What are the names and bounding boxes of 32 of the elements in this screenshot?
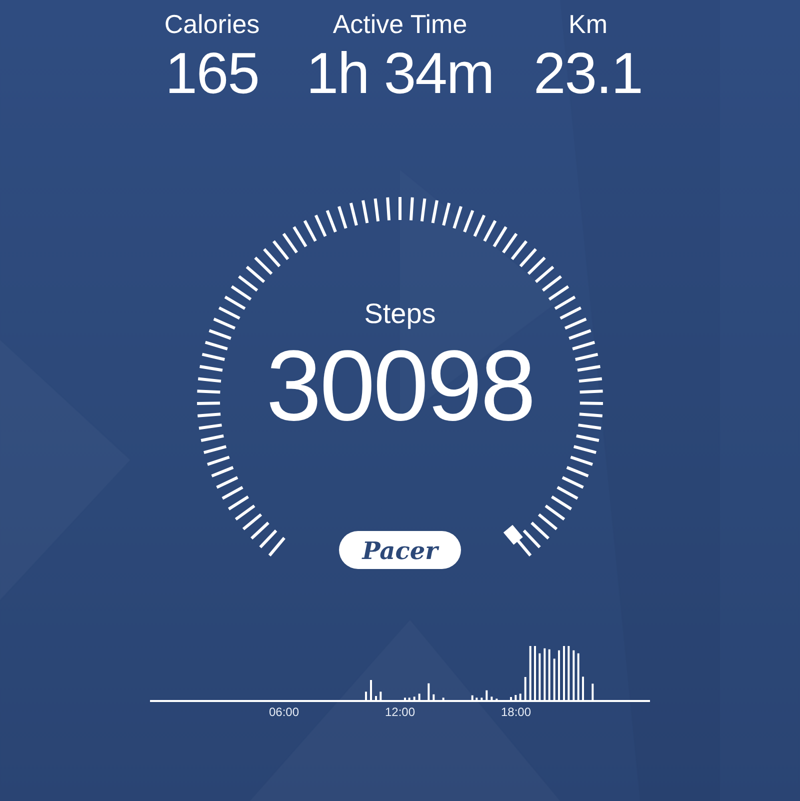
- histogram-bar: [486, 690, 488, 700]
- histogram-bar: [553, 658, 556, 700]
- brand-logo: Pacer: [339, 531, 461, 569]
- time-tick-label: 12:00: [384, 705, 416, 719]
- stat-value: 23.1: [534, 40, 642, 108]
- stat-label: Calories: [164, 8, 260, 40]
- histogram-bar: [529, 646, 532, 700]
- histogram-bar: [572, 650, 575, 700]
- stat-value: 165: [165, 40, 259, 108]
- histogram-bar: [418, 694, 420, 700]
- histogram-bar: [413, 696, 416, 700]
- time-tick-label: 06:00: [268, 705, 300, 719]
- histogram-bar: [577, 653, 580, 700]
- step-count: 30098: [266, 331, 534, 441]
- histogram-bar: [490, 696, 493, 700]
- gauge-label: Steps: [364, 297, 436, 331]
- histogram-bar: [592, 684, 594, 700]
- stat-label: Km: [568, 8, 608, 40]
- histogram-bar: [471, 695, 474, 700]
- histogram-bar: [544, 648, 546, 700]
- time-tick-label: 18:00: [500, 705, 532, 719]
- histogram-bar: [514, 695, 517, 700]
- histogram-bar: [548, 649, 550, 700]
- histogram-bar: [568, 646, 570, 700]
- stat-value: 1h 34m: [306, 40, 494, 108]
- histogram-bar: [380, 692, 382, 700]
- stat-label: Active Time: [332, 8, 468, 40]
- histogram-bar: [519, 694, 522, 700]
- histogram-bar: [538, 653, 541, 700]
- histogram-bar: [432, 694, 435, 700]
- histogram-bar: [524, 677, 526, 700]
- histogram-bar: [428, 683, 430, 700]
